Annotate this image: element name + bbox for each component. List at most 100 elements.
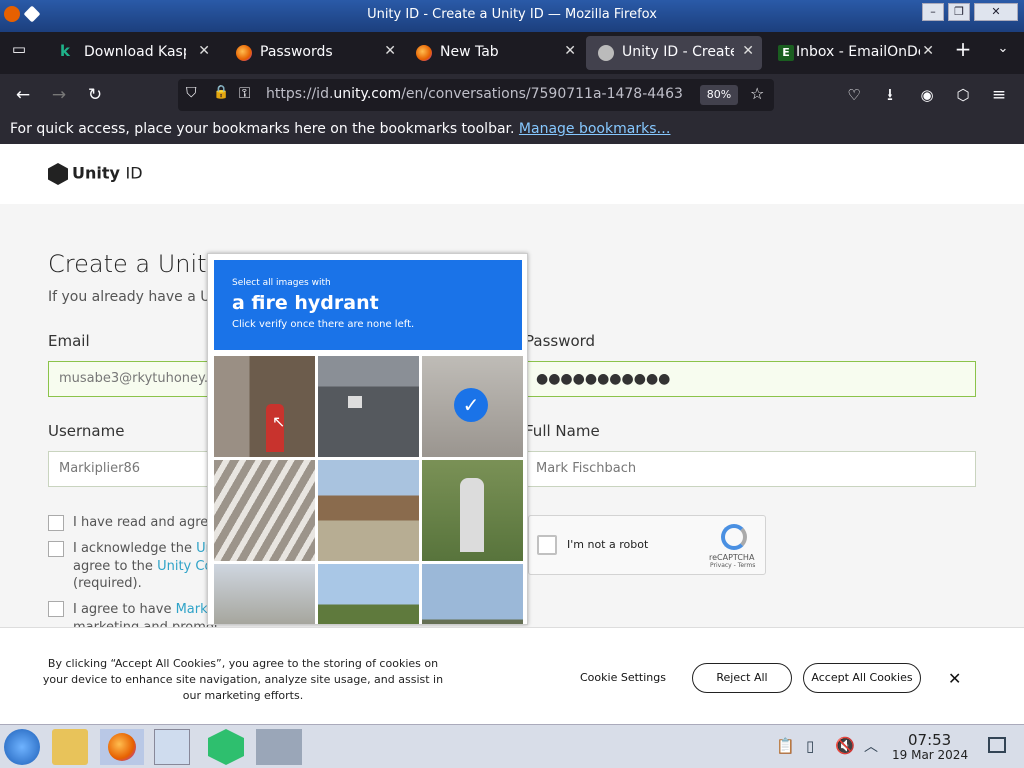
- terms-checkbox[interactable]: [48, 515, 64, 531]
- tile-trees[interactable]: [318, 564, 419, 624]
- marketing-checkbox[interactable]: [48, 601, 64, 617]
- cookie-settings-button[interactable]: Cookie Settings: [580, 671, 666, 684]
- file-manager-icon[interactable]: [52, 729, 88, 765]
- reload-button[interactable]: ↻: [82, 82, 108, 108]
- firefox-icon: [236, 45, 252, 61]
- clock-date[interactable]: 19 Mar 2024: [892, 748, 968, 762]
- settings-panel-icon[interactable]: [154, 729, 190, 765]
- tab-label: Unity ID - Create a: [622, 44, 734, 60]
- marketing-label: I agree to have Market: [73, 602, 221, 617]
- fullname-label: Full Name: [525, 422, 600, 440]
- tile-road-highway[interactable]: [318, 356, 419, 457]
- tab-inbox[interactable]: E Inbox - EmailOnDe ✕: [766, 36, 942, 70]
- zoom-indicator[interactable]: 80%: [700, 85, 738, 105]
- menu-icon[interactable]: ≡: [986, 82, 1012, 108]
- captcha-target: a fire hydrant: [232, 292, 379, 314]
- tile-hydrant-stump[interactable]: ✓: [422, 356, 523, 457]
- box-app-icon[interactable]: [208, 729, 244, 765]
- new-tab-button[interactable]: +: [950, 36, 976, 62]
- back-button[interactable]: ←: [10, 82, 36, 108]
- tab-passwords[interactable]: Passwords ✕: [224, 36, 404, 70]
- tile-hydrant-red[interactable]: ↖: [214, 356, 315, 457]
- battery-icon[interactable]: ▯: [806, 737, 814, 755]
- tab-unity-id[interactable]: Unity ID - Create a ✕: [586, 36, 762, 70]
- window-titlebar: Unity ID - Create a Unity ID — Mozilla F…: [0, 0, 1024, 32]
- taskbar: 📋 ▯ 🔇 ︿ 07:53 19 Mar 2024: [0, 724, 1024, 768]
- close-icon[interactable]: ✕: [948, 669, 961, 688]
- close-icon[interactable]: ✕: [384, 43, 396, 59]
- forward-button[interactable]: →: [46, 82, 72, 108]
- site-header: Unity ID: [0, 144, 1024, 204]
- tab-kaspersky[interactable]: k Download Kaspers ✕: [48, 36, 218, 70]
- url-domain: unity.com: [333, 86, 402, 102]
- tile-hydrant-grey[interactable]: [422, 460, 523, 561]
- show-desktop-icon[interactable]: [988, 737, 1006, 753]
- recaptcha-brand: reCAPTCHA: [709, 553, 755, 562]
- firefox-view-icon[interactable]: ▭: [6, 36, 32, 62]
- fullname-field[interactable]: Mark Fischbach: [525, 451, 976, 487]
- password-field[interactable]: ●●●●●●●●●●●: [525, 361, 976, 397]
- emailondeck-icon: E: [778, 45, 794, 61]
- cookie-banner: By clicking “Accept All Cookies”, you ag…: [0, 627, 1024, 724]
- tile-traffic-light-1[interactable]: [214, 564, 315, 624]
- username-label: Username: [48, 422, 125, 440]
- username-field[interactable]: Markiplier86: [48, 451, 218, 487]
- downloads-icon[interactable]: ⭳: [877, 82, 903, 108]
- lock-icon[interactable]: 🔒: [213, 85, 229, 100]
- mouse-cursor-icon: ↖: [272, 412, 286, 431]
- tab-bar: ▭ k Download Kaspers ✕ Passwords ✕ New T…: [0, 32, 1024, 74]
- close-icon[interactable]: ✕: [564, 43, 576, 59]
- captcha-instruction: Select all images with: [232, 278, 331, 288]
- account-icon[interactable]: ◉: [914, 82, 940, 108]
- unity-logo[interactable]: Unity ID: [48, 163, 143, 185]
- permissions-icon[interactable]: ⚿: [239, 84, 250, 102]
- recaptcha-label: I'm not a robot: [567, 538, 649, 551]
- tab-new-tab[interactable]: New Tab ✕: [404, 36, 584, 70]
- tile-garden[interactable]: [318, 460, 419, 561]
- window-title: Unity ID - Create a Unity ID — Mozilla F…: [367, 7, 657, 22]
- captcha-header: Select all images with a fire hydrant Cl…: [214, 260, 522, 350]
- email-field[interactable]: musabe3@rkytuhoney.co: [48, 361, 218, 397]
- cookie-text: By clicking “Accept All Cookies”, you ag…: [42, 657, 444, 702]
- clipboard-icon[interactable]: 📋: [776, 737, 795, 755]
- email-label: Email: [48, 332, 90, 350]
- firefox-icon: [416, 45, 432, 61]
- recaptcha-checkbox[interactable]: [537, 535, 557, 555]
- close-icon[interactable]: ✕: [922, 43, 934, 59]
- acknowledge-label-line2: agree to the Unity Col: [73, 559, 217, 574]
- page-title: Create a Unity: [48, 250, 221, 278]
- bookmark-star-icon[interactable]: ☆: [750, 84, 764, 103]
- minimize-button[interactable]: –: [922, 3, 944, 21]
- maximize-button[interactable]: ❐: [948, 3, 970, 21]
- pocket-icon[interactable]: ♡: [841, 82, 867, 108]
- terms-label: I have read and agree: [73, 515, 217, 530]
- tile-crosswalk[interactable]: [214, 460, 315, 561]
- unity-cube-icon: [48, 163, 68, 185]
- captcha-challenge: Select all images with a fire hydrant Cl…: [207, 253, 528, 625]
- tile-traffic-light-2[interactable]: [422, 564, 523, 624]
- accept-all-cookies-button[interactable]: Accept All Cookies: [803, 663, 921, 693]
- close-icon[interactable]: ✕: [742, 43, 754, 59]
- extensions-icon[interactable]: ⬡: [950, 82, 976, 108]
- tab-label: Inbox - EmailOnDe: [796, 44, 920, 60]
- close-icon[interactable]: ✕: [198, 43, 210, 59]
- captcha-instruction-bottom: Click verify once there are none left.: [232, 319, 415, 330]
- recaptcha-logo-icon: [721, 524, 747, 550]
- tracking-shield-icon[interactable]: ⛉: [186, 85, 197, 101]
- clock-time[interactable]: 07:53: [908, 731, 951, 749]
- manage-bookmarks-link[interactable]: Manage bookmarks…: [519, 121, 671, 137]
- kaspersky-icon: k: [60, 42, 70, 60]
- url-text[interactable]: https://id.unity.com/en/conversations/75…: [266, 86, 686, 102]
- selected-check-icon: ✓: [454, 388, 488, 422]
- chevron-up-icon[interactable]: ︿: [864, 736, 878, 756]
- reject-all-button[interactable]: Reject All: [692, 663, 792, 693]
- recaptcha-privacy-terms[interactable]: Privacy - Terms: [710, 562, 755, 569]
- start-button-icon[interactable]: [4, 729, 40, 765]
- firefox-taskbar-icon[interactable]: [100, 729, 144, 765]
- unity-hub-icon[interactable]: [256, 729, 302, 765]
- list-tabs-button[interactable]: ⌄: [990, 36, 1016, 62]
- muted-volume-icon[interactable]: 🔇: [835, 736, 855, 755]
- close-window-button[interactable]: ✕: [974, 3, 1018, 21]
- acknowledge-checkbox[interactable]: [48, 541, 64, 557]
- bookmarks-toolbar: For quick access, place your bookmarks h…: [0, 116, 1024, 144]
